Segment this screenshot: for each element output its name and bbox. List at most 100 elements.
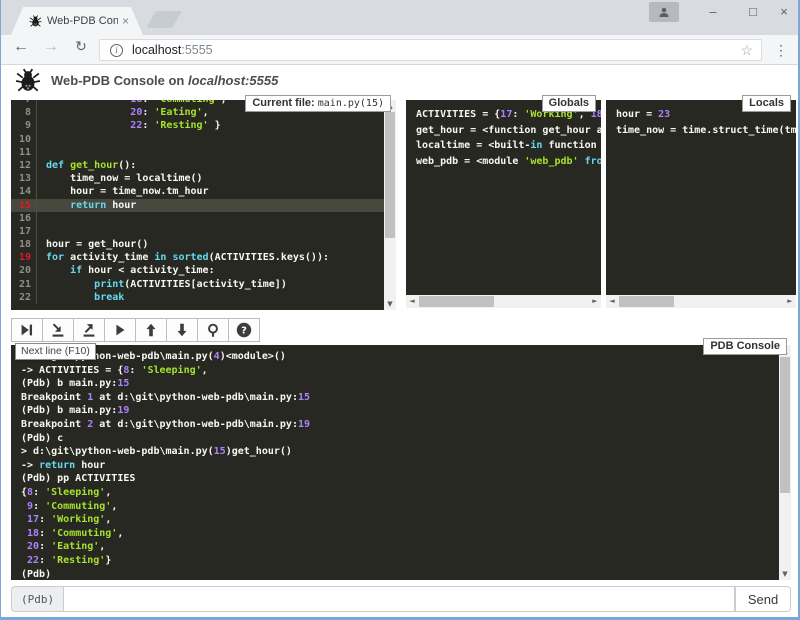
- continue-button[interactable]: [104, 318, 136, 342]
- maximize-button[interactable]: □: [736, 0, 770, 24]
- close-button[interactable]: ×: [767, 0, 800, 24]
- text-line: (Pdb) b main.py:15: [21, 377, 791, 391]
- scroll-down-icon[interactable]: ▼: [779, 568, 791, 580]
- code-listing: 7 18: 'Commuting',8 20: 'Eating',9 22: '…: [11, 100, 396, 304]
- code-line: 15 return hour: [11, 199, 396, 212]
- play-icon: [111, 321, 129, 339]
- text-line: time_now = time.struct_time(tm_year=2017…: [616, 123, 796, 139]
- scroll-right-icon[interactable]: ►: [589, 295, 601, 308]
- forward-button[interactable]: →: [39, 38, 63, 56]
- code-line: 21 print(ACTIVITIES[activity_time]): [11, 278, 396, 291]
- line-number[interactable]: 16: [11, 212, 37, 225]
- line-number[interactable]: 12: [11, 159, 37, 172]
- text-line: (Pdb) c: [21, 432, 791, 446]
- code-line: 13 time_now = localtime(): [11, 172, 396, 185]
- help-icon: ?: [235, 321, 253, 339]
- page-header: Web-PDB Console on localhost:5555: [1, 65, 798, 98]
- text-line: 18: 'Commuting',: [21, 527, 791, 541]
- pdb-console-label: PDB Console: [703, 338, 787, 355]
- code-line: 14 hour = time_now.tm_hour: [11, 185, 396, 198]
- text-line: 20: 'Eating',: [21, 540, 791, 554]
- line-number[interactable]: 11: [11, 146, 37, 159]
- text-line: (Pdb) pp ACTIVITIES: [21, 472, 791, 486]
- breakpoint-line-number[interactable]: 19: [11, 251, 37, 264]
- line-number[interactable]: 14: [11, 185, 37, 198]
- code-line: 9 22: 'Resting' }: [11, 119, 396, 132]
- bookmark-star-icon[interactable]: ☆: [740, 42, 753, 59]
- step-out-button[interactable]: [73, 318, 105, 342]
- line-number[interactable]: 17: [11, 225, 37, 238]
- new-tab-button[interactable]: [146, 11, 182, 28]
- text-line: {8: 'Sleeping',: [21, 486, 791, 500]
- down-stack-button[interactable]: [166, 318, 198, 342]
- browser-tab[interactable]: Web-PDB Console on loc ×: [11, 7, 143, 35]
- breakpoint-line-number[interactable]: 15: [11, 199, 37, 212]
- arrow-up-icon: [142, 321, 160, 339]
- text-line: get_hour = <function get_hour at 0x00000…: [416, 123, 601, 139]
- tooltip: Next line (F10): [15, 343, 96, 360]
- current-file-panel: 7 18: 'Commuting',8 20: 'Eating',9 22: '…: [11, 100, 396, 310]
- page-title: Web-PDB Console on localhost:5555: [51, 73, 278, 88]
- reload-button[interactable]: ↻: [69, 38, 93, 55]
- text-line: localtime = <built-in function localtime…: [416, 138, 601, 154]
- code-line: 16: [11, 212, 396, 225]
- scroll-left-icon[interactable]: ◄: [606, 295, 618, 308]
- prompt-prefix: (Pdb): [11, 586, 63, 612]
- command-input[interactable]: [63, 586, 735, 612]
- browser-toolbar: ← → ↻ i localhost:5555 ☆ ⋮: [1, 35, 798, 65]
- menu-kebab-icon[interactable]: ⋮: [774, 42, 788, 59]
- locals-label: Locals: [742, 95, 791, 112]
- locals-horizontal-scrollbar[interactable]: ◄ ►: [606, 295, 796, 308]
- profile-button[interactable]: [649, 2, 679, 22]
- text-line: 22: 'Resting'}: [21, 554, 791, 568]
- up-stack-button[interactable]: [135, 318, 167, 342]
- text-line: -> ACTIVITIES = {8: 'Sleeping',: [21, 364, 791, 378]
- text-line: Breakpoint 1 at d:\git\python-web-pdb\ma…: [21, 391, 791, 405]
- line-number[interactable]: 10: [11, 133, 37, 146]
- address-bar[interactable]: i localhost:5555 ☆: [99, 39, 762, 61]
- bug-favicon-icon: [29, 15, 42, 28]
- scroll-right-icon[interactable]: ►: [784, 295, 796, 308]
- send-button[interactable]: Send: [735, 586, 791, 612]
- line-number[interactable]: 9: [11, 119, 37, 132]
- code-line: 20 if hour < activity_time:: [11, 264, 396, 277]
- step-out-icon: [80, 321, 98, 339]
- line-number[interactable]: 20: [11, 264, 37, 277]
- scroll-down-icon[interactable]: ▼: [384, 298, 396, 310]
- step-into-button[interactable]: [42, 318, 74, 342]
- locals-panel: hour = 23time_now = time.struct_time(tm_…: [606, 100, 796, 295]
- text-line: -> return hour: [21, 459, 791, 473]
- code-line: 11: [11, 146, 396, 159]
- command-bar: (Pdb) Send: [11, 586, 791, 612]
- text-line: (Pdb): [21, 568, 791, 581]
- line-number[interactable]: 21: [11, 278, 37, 291]
- debugger-toolbar: ?: [11, 318, 259, 342]
- back-button[interactable]: ←: [9, 38, 33, 56]
- text-line: 9: 'Commuting',: [21, 500, 791, 514]
- where-button[interactable]: [197, 318, 229, 342]
- tab-close-icon[interactable]: ×: [122, 14, 129, 28]
- svg-text:?: ?: [241, 326, 247, 337]
- code-line: 19for activity_time in sorted(ACTIVITIES…: [11, 251, 396, 264]
- page-info-icon[interactable]: i: [110, 44, 123, 57]
- minimize-button[interactable]: –: [696, 0, 730, 24]
- next-line-button[interactable]: [11, 318, 43, 342]
- console-vertical-scrollbar[interactable]: ▲ ▼: [779, 345, 791, 580]
- scroll-left-icon[interactable]: ◄: [406, 295, 418, 308]
- tab-bar: Web-PDB Console on loc × – □ ×: [1, 0, 798, 35]
- code-line: 17: [11, 225, 396, 238]
- line-number[interactable]: 22: [11, 291, 37, 304]
- line-number[interactable]: 8: [11, 106, 37, 119]
- console-output: > d:\git\python-web-pdb\main.py(4)<modul…: [11, 345, 791, 580]
- globals-panel: ACTIVITIES = {17: 'Working', 18: 'Commut…: [406, 100, 601, 295]
- tab-title: Web-PDB Console on loc: [47, 15, 118, 27]
- line-number[interactable]: 18: [11, 238, 37, 251]
- code-line: 22 break: [11, 291, 396, 304]
- code-vertical-scrollbar[interactable]: ▲ ▼: [384, 100, 396, 310]
- pdb-console-panel: > d:\git\python-web-pdb\main.py(4)<modul…: [11, 345, 791, 580]
- text-line: Breakpoint 2 at d:\git\python-web-pdb\ma…: [21, 418, 791, 432]
- help-button[interactable]: ?: [228, 318, 260, 342]
- current-file-label: Current file: main.py(15): [245, 95, 391, 112]
- line-number[interactable]: 13: [11, 172, 37, 185]
- globals-horizontal-scrollbar[interactable]: ◄ ►: [406, 295, 601, 308]
